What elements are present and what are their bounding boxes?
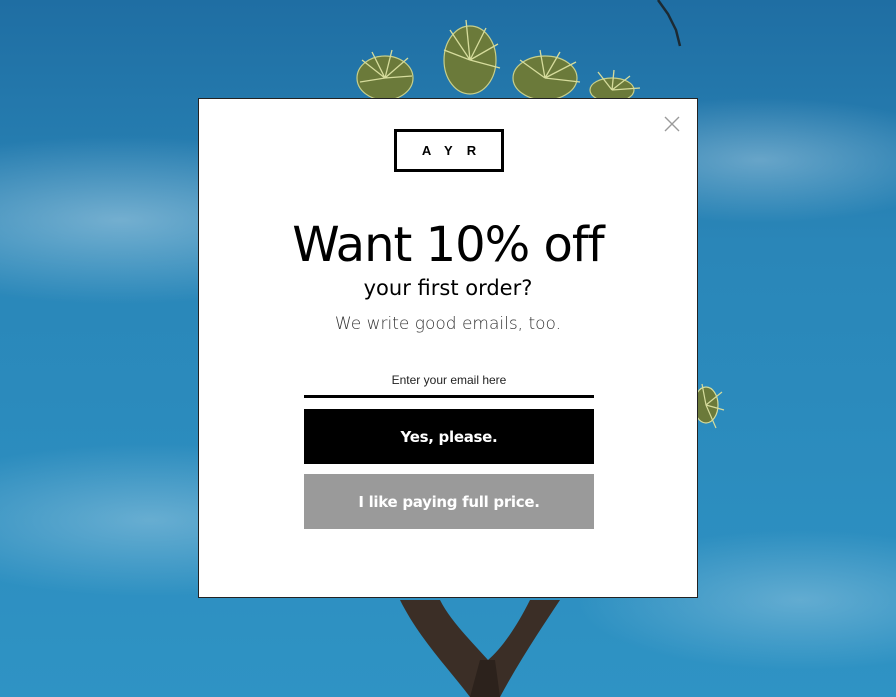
accept-discount-button[interactable]: Yes, please. — [304, 409, 594, 464]
popup-subheadline: your first order? — [363, 276, 533, 300]
popup-tagline: We write good emails, too. — [334, 314, 562, 334]
decline-discount-button[interactable]: I like paying full price. — [304, 474, 594, 529]
close-icon — [664, 116, 680, 132]
popup-headline: Want 10% off — [292, 217, 604, 273]
brand-logo: AYR — [394, 129, 504, 172]
close-button[interactable] — [663, 115, 681, 133]
email-input[interactable] — [304, 364, 594, 398]
discount-popup: AYR Want 10% off your first order? We wr… — [198, 98, 698, 598]
